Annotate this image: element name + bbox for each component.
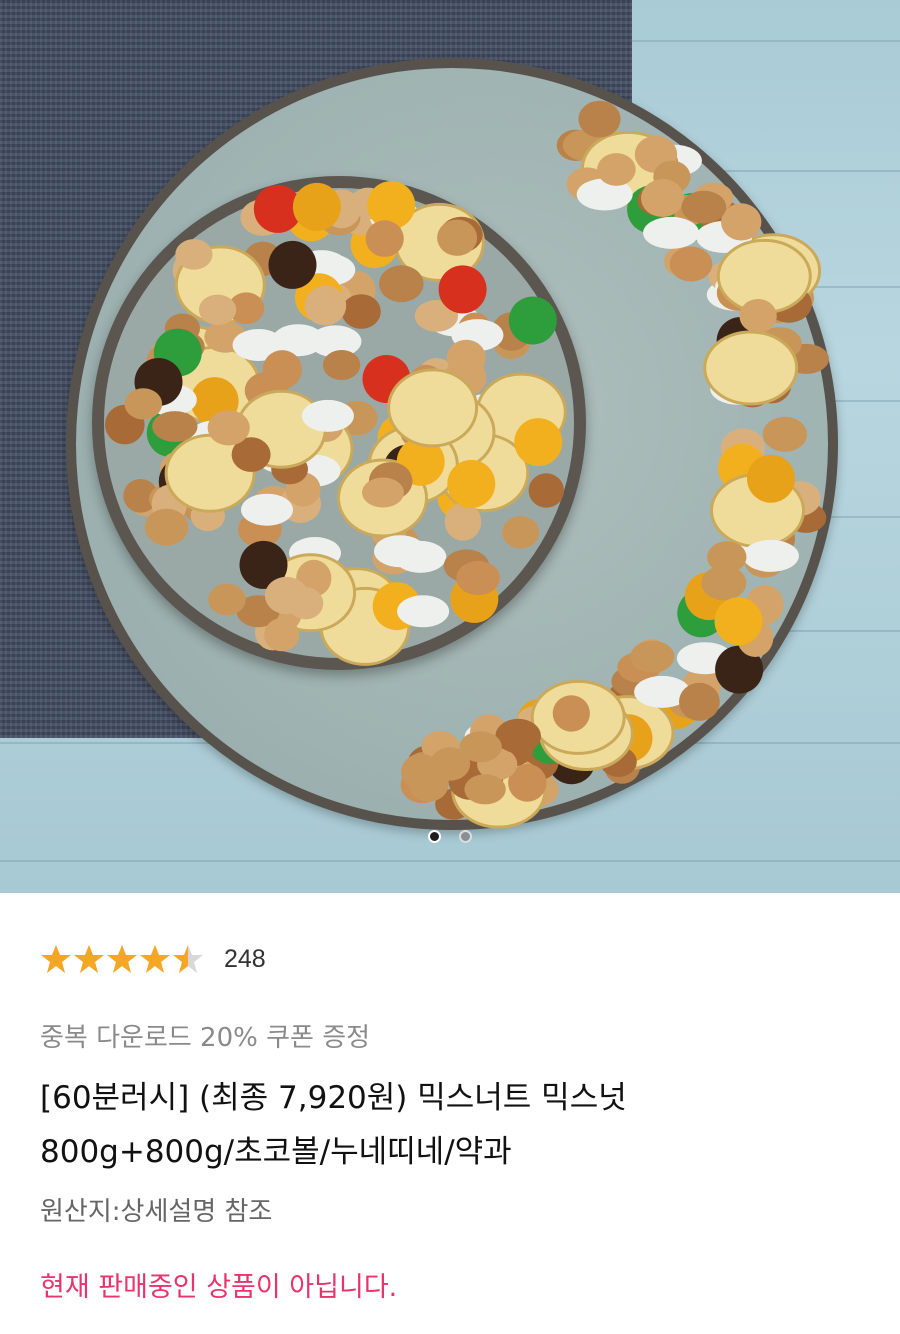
sale-status-text: 현재 판매중인 상품이 아닙니다. [40, 1272, 398, 1303]
star-rating [40, 943, 204, 975]
star-icon [107, 945, 137, 973]
star-icon [74, 945, 104, 973]
product-title: [60분러시] (최종 7,920원) 믹스너트 믹스넛 800g+800g/초… [40, 1071, 870, 1179]
star-icon [173, 945, 203, 973]
origin-text: 원산지:상세설명 참조 [40, 1197, 273, 1227]
carousel-dot[interactable] [459, 829, 472, 843]
carousel-indicator [0, 826, 900, 846]
star-icon [41, 945, 71, 973]
carousel-dot-active[interactable] [428, 829, 441, 843]
coupon-text: 중복 다운로드 20% 쿠폰 증정 [40, 1023, 371, 1053]
rating-row[interactable]: 248 [40, 939, 266, 979]
star-icon [140, 945, 170, 973]
product-title-line-2: 800g+800g/초코볼/누네띠네/약과 [40, 1134, 512, 1170]
mixed-nuts-illustration [105, 100, 829, 829]
product-image[interactable] [0, 0, 900, 893]
review-count[interactable]: 248 [224, 945, 266, 974]
product-title-line-1: [60분러시] (최종 7,920원) 믹스너트 믹스넛 [40, 1080, 627, 1116]
